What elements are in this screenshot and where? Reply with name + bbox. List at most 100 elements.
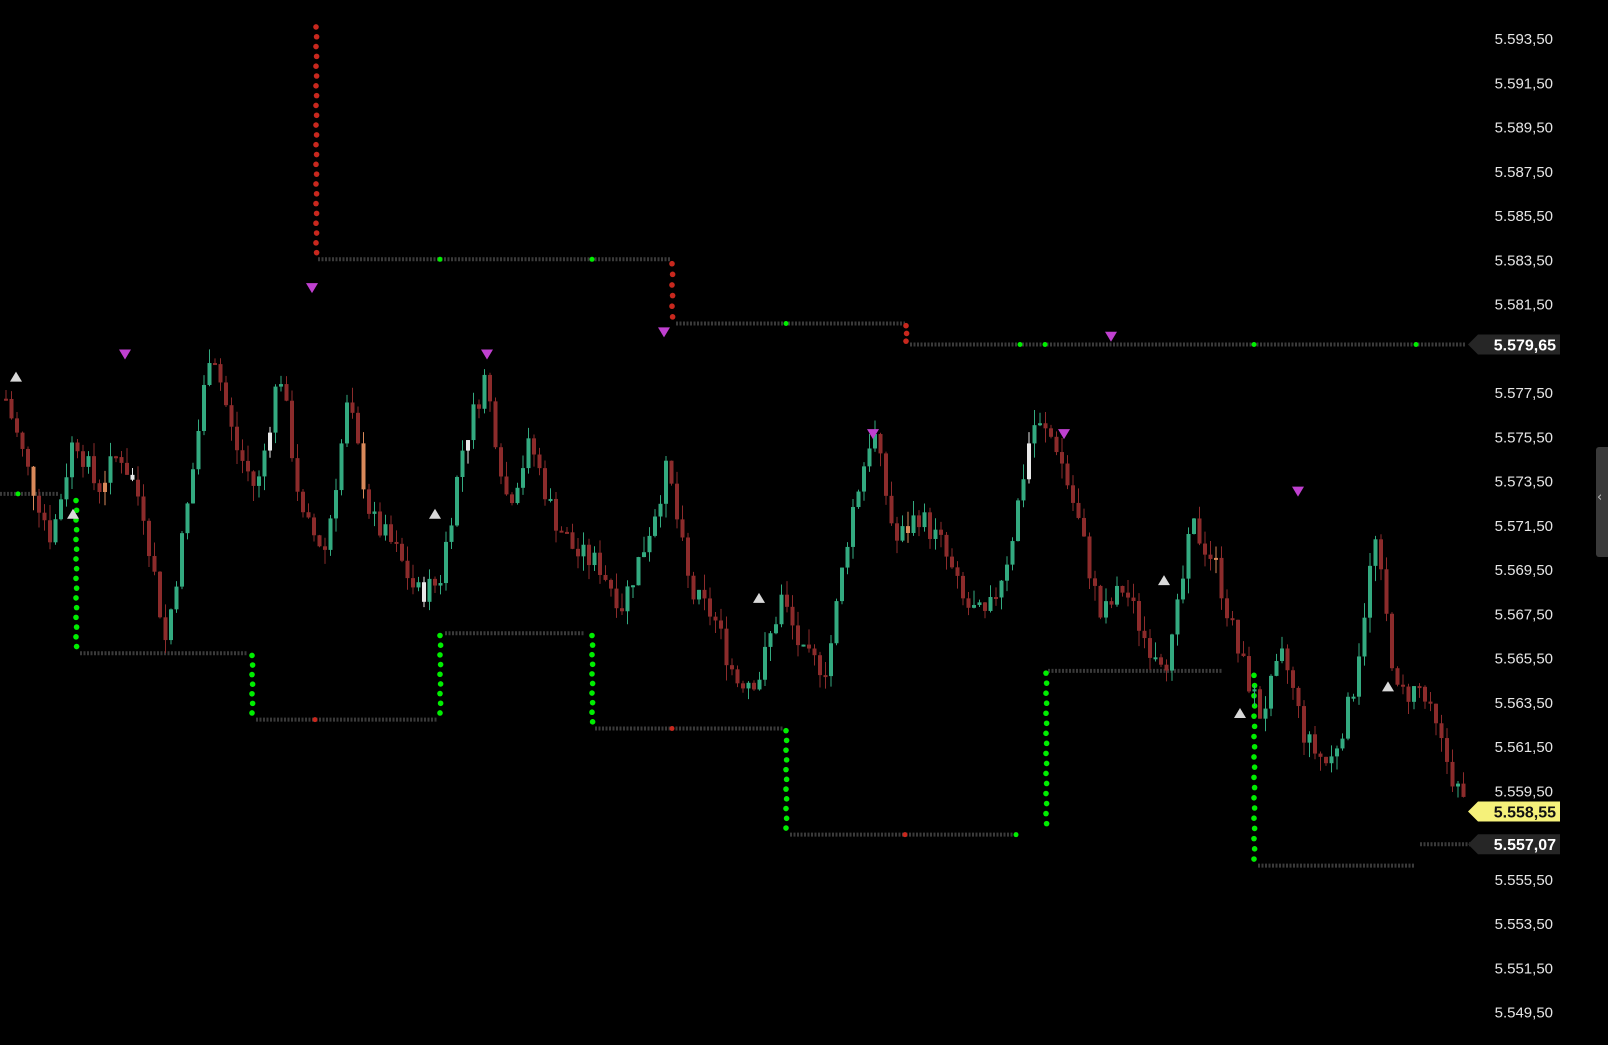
stop-dot bbox=[1043, 790, 1049, 797]
stop-dot bbox=[669, 260, 675, 267]
candle-body bbox=[1126, 592, 1130, 598]
stop-dot bbox=[589, 642, 596, 648]
stop-dot bbox=[313, 249, 320, 256]
stop-dot bbox=[1251, 672, 1257, 679]
candle-body bbox=[125, 462, 129, 475]
candle-body bbox=[1197, 518, 1202, 544]
candle-body bbox=[1203, 543, 1207, 555]
candle-body bbox=[713, 616, 718, 621]
stop-dot bbox=[783, 747, 789, 753]
candle-body bbox=[1423, 686, 1427, 702]
y-tick-label: 5.589,50 bbox=[1495, 120, 1553, 137]
candle-body bbox=[9, 398, 14, 419]
candle-body bbox=[367, 489, 371, 514]
candle-body bbox=[669, 460, 674, 484]
stop-dot bbox=[1043, 760, 1050, 767]
level-dot bbox=[902, 832, 908, 838]
candle-body bbox=[213, 363, 217, 366]
candle-body bbox=[1010, 541, 1015, 565]
candle-body bbox=[1230, 618, 1235, 621]
stop-dot bbox=[73, 595, 79, 601]
candle-body bbox=[422, 582, 426, 602]
stop-dot bbox=[1251, 835, 1257, 842]
stop-dot bbox=[313, 83, 319, 89]
level-dot bbox=[1017, 342, 1023, 348]
stop-dot bbox=[1251, 733, 1257, 740]
candle-body bbox=[372, 511, 377, 514]
candle-body bbox=[1263, 708, 1268, 719]
candle-body bbox=[823, 675, 828, 678]
level-dot bbox=[589, 256, 595, 262]
candle-body bbox=[620, 608, 624, 612]
stop-dot bbox=[669, 271, 676, 278]
stop-dot bbox=[589, 719, 596, 725]
candle-body bbox=[774, 624, 778, 634]
candle-body bbox=[70, 442, 74, 478]
stop-dot bbox=[73, 497, 79, 504]
candle-body bbox=[295, 458, 300, 492]
chart-canvas[interactable]: 5.593,50 5.591,50 5.589,50 5.587,50 5.585,50… bbox=[0, 0, 1608, 1045]
candle-body bbox=[878, 434, 883, 454]
stop-dot bbox=[783, 786, 789, 792]
candle-body bbox=[939, 529, 943, 535]
candle-body bbox=[1384, 569, 1389, 614]
stop-dot bbox=[313, 141, 319, 148]
stop-dot bbox=[1251, 764, 1258, 770]
candle-body bbox=[1148, 638, 1152, 658]
y-tick-label: 5.565,50 bbox=[1495, 651, 1553, 668]
candle-body bbox=[1137, 601, 1141, 631]
candle-body bbox=[37, 495, 41, 513]
candle-body bbox=[1115, 585, 1119, 605]
candle-body bbox=[1175, 599, 1180, 635]
candle-body bbox=[636, 557, 641, 586]
last-price-label: 5.558,55 bbox=[1494, 804, 1556, 821]
candle-body bbox=[768, 633, 773, 647]
y-tick-label: 5.593,50 bbox=[1495, 31, 1553, 48]
stop-dot bbox=[437, 700, 444, 707]
candle-body bbox=[323, 546, 327, 550]
stop-dot bbox=[1043, 820, 1050, 827]
candle-body bbox=[1335, 748, 1339, 757]
stop-dot bbox=[313, 240, 319, 246]
stop-dot bbox=[73, 585, 80, 591]
candle-body bbox=[697, 589, 701, 600]
stop-dot bbox=[783, 776, 790, 783]
reference-level-2-label: 5.557,07 bbox=[1494, 837, 1556, 854]
stop-dot bbox=[589, 709, 595, 716]
level-dot bbox=[783, 320, 789, 326]
candle-body bbox=[64, 477, 69, 500]
stop-dot bbox=[73, 536, 79, 543]
candle-body bbox=[1445, 738, 1449, 762]
chart-area[interactable]: 5.593,50 5.591,50 5.589,50 5.587,50 5.585,50… bbox=[0, 0, 1608, 1045]
candle-body bbox=[972, 605, 976, 608]
candle-body bbox=[48, 520, 52, 543]
y-tick-label: 5.553,50 bbox=[1495, 916, 1553, 933]
stop-dot bbox=[1251, 856, 1257, 862]
candle-body bbox=[1071, 485, 1075, 503]
stop-dot bbox=[437, 671, 443, 678]
stop-dot bbox=[1043, 670, 1049, 676]
swing-low-marker bbox=[1234, 707, 1246, 718]
candle-body bbox=[1098, 585, 1103, 618]
candle-body bbox=[1461, 783, 1466, 797]
axis-collapse-handle[interactable]: ‹ bbox=[1596, 447, 1608, 557]
candle-body bbox=[746, 682, 751, 689]
candle-body bbox=[290, 400, 294, 459]
stop-dot bbox=[437, 642, 444, 648]
candle-body bbox=[614, 588, 619, 609]
candle-body bbox=[1252, 689, 1257, 692]
candle-body bbox=[1362, 617, 1367, 657]
candle-body bbox=[1307, 734, 1312, 743]
stop-dot bbox=[313, 220, 319, 227]
y-tick-label: 5.549,50 bbox=[1495, 1005, 1553, 1022]
candle-body bbox=[411, 578, 415, 588]
candle-body bbox=[1016, 500, 1020, 542]
candle-body bbox=[1032, 425, 1037, 444]
candle-body bbox=[664, 460, 668, 504]
candle-body bbox=[966, 598, 971, 608]
stop-dot bbox=[437, 690, 443, 697]
stop-dot bbox=[1043, 740, 1050, 747]
candle-body bbox=[1247, 656, 1251, 692]
candle-body bbox=[977, 602, 982, 606]
candle-body bbox=[1241, 653, 1246, 657]
